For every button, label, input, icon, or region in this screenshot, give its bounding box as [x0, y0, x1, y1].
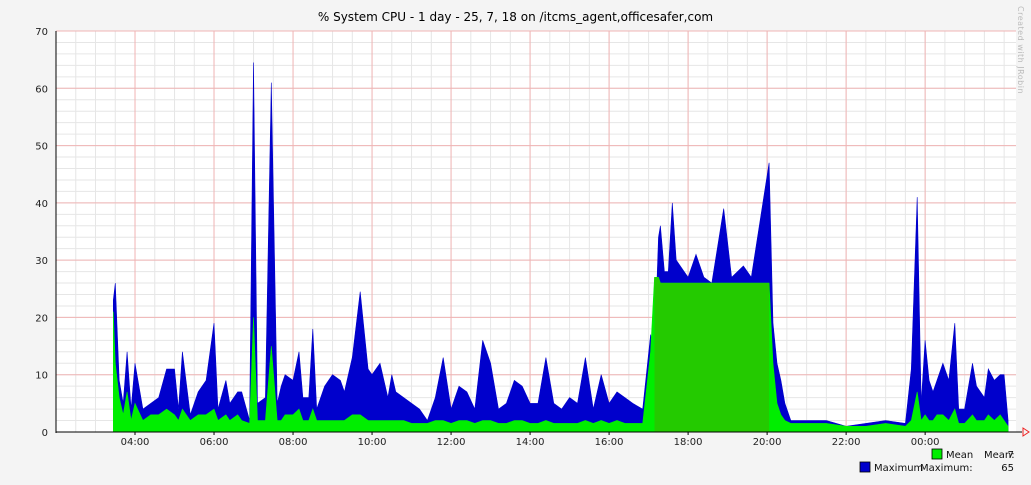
x-tick-label: 08:00: [279, 437, 308, 448]
x-tick-label: 00:00: [911, 437, 940, 448]
x-tick-label: 06:00: [200, 437, 229, 448]
legend-stat-value-mean: 7: [1008, 450, 1014, 461]
y-tick-label: 0: [42, 428, 48, 439]
x-tick-label: 20:00: [753, 437, 782, 448]
y-tick-label: 40: [35, 199, 48, 210]
legend-swatch-maximum: [859, 461, 871, 473]
legend: Mean Mean:7MaximumMaximum: 65: [859, 448, 1015, 474]
x-tick-label: 04:00: [121, 437, 150, 448]
x-tick-label: 14:00: [516, 437, 545, 448]
x-axis-arrow-icon: [1022, 427, 1030, 437]
series-area-mean-dense: [654, 277, 770, 432]
legend-stat-label-maximum: Maximum:: [920, 463, 973, 474]
x-axis-ticks: 04:00 06:00 08:00 10:00 12:00 14:00 16:00 18:00…: [121, 432, 940, 448]
y-tick-label: 30: [35, 256, 48, 267]
y-tick-label: 20: [35, 313, 48, 324]
legend-stat-value-maximum: 65: [1001, 463, 1014, 474]
plot-background: [56, 31, 1016, 432]
y-tick-label: 50: [35, 142, 48, 153]
y-tick-label: 10: [35, 371, 48, 382]
legend-name-mean: Mean: [946, 450, 973, 461]
cpu-chart: 0 10 20 30 40 50 60 70 04:00 06:00 08:00 10:00 12:0…: [35, 27, 1030, 474]
y-tick-label: 70: [35, 27, 48, 38]
legend-name-maximum: Maximum: [874, 463, 923, 474]
y-axis-ticks: 0 10 20 30 40 50 60 70: [35, 27, 48, 439]
x-tick-label: 10:00: [358, 437, 387, 448]
x-tick-label: 22:00: [832, 437, 861, 448]
y-tick-label: 60: [35, 84, 48, 95]
x-tick-label: 12:00: [437, 437, 466, 448]
x-tick-label: 18:00: [674, 437, 703, 448]
legend-swatch-mean: [931, 448, 943, 460]
x-tick-label: 16:00: [595, 437, 624, 448]
